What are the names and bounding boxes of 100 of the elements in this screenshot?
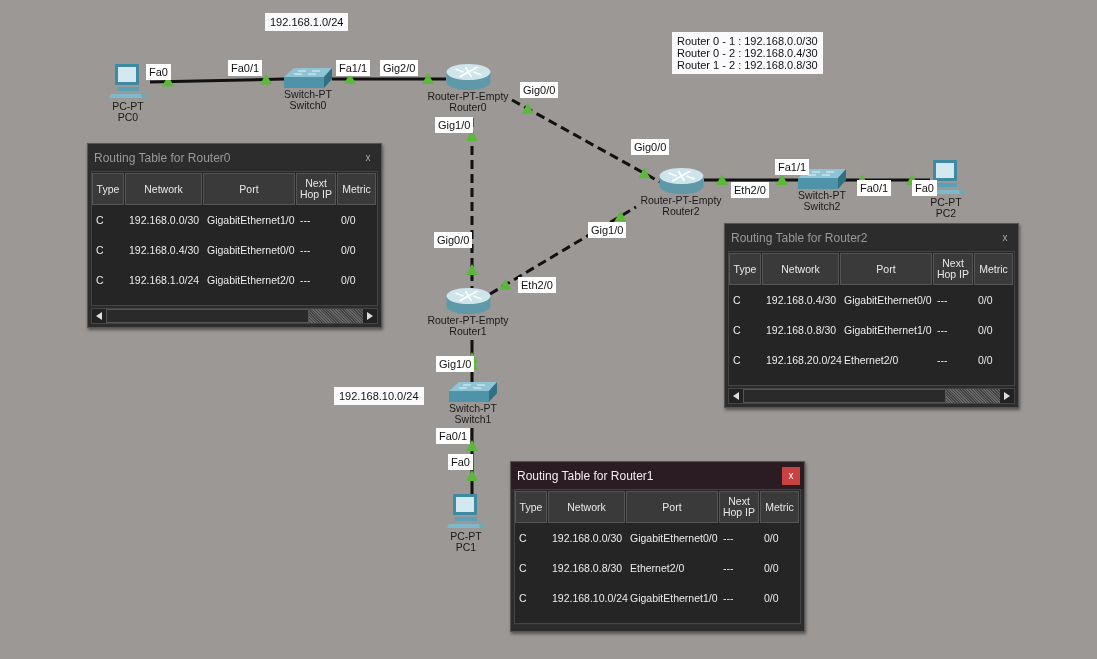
scroll-left-icon[interactable]: [96, 312, 102, 320]
device-model-label: PC-PT: [450, 531, 482, 542]
column-header[interactable]: Port: [626, 491, 718, 523]
scroll-thumb[interactable]: [946, 389, 1000, 403]
port-label: Fa0/1: [857, 180, 892, 196]
window-title: Routing Table for Router2: [731, 230, 868, 245]
table-cell-text: 0/0: [340, 273, 357, 288]
table-cell-text: 192.168.0.0/30: [551, 531, 624, 546]
device-model-label: Switch-PT: [449, 403, 497, 414]
column-header[interactable]: Next Hop IP: [719, 491, 759, 523]
computer-icon[interactable]: [447, 493, 485, 531]
table-cell-text: 0/0: [763, 561, 780, 576]
table-cell-text: 0/0: [977, 353, 994, 368]
port-label: Eth2/0: [731, 182, 769, 198]
table-cell-text: Ethernet2/0: [843, 353, 900, 368]
table-cell-text: 192.168.1.0/24: [128, 273, 201, 288]
table-cell-text: C: [518, 591, 528, 606]
link-light-icon: [466, 130, 478, 141]
table-cell-text: 192.168.0.4/30: [765, 293, 838, 308]
table-cell-text: ---: [299, 213, 312, 228]
port-label: Gig1/0: [436, 356, 475, 372]
table-cell-text: 192.168.20.0/24: [765, 353, 840, 368]
link-light-icon: [716, 174, 728, 185]
table-cell-text: 192.168.0.8/30: [765, 323, 838, 338]
column-header[interactable]: Type: [515, 491, 547, 523]
device-model-label: Switch-PT: [284, 89, 332, 100]
table-cell-text: 192.168.0.0/30: [128, 213, 201, 228]
switch-icon[interactable]: [449, 381, 497, 403]
column-header[interactable]: Port: [203, 173, 295, 205]
table-cell-text: GigabitEthernet1/0: [843, 323, 933, 338]
column-header[interactable]: Next Hop IP: [933, 253, 973, 285]
table-cell-text: ---: [936, 353, 949, 368]
device-name-label: PC1: [455, 542, 477, 553]
computer-icon[interactable]: [109, 63, 147, 101]
device-model-label: Switch-PT: [798, 190, 846, 201]
link-light-icon: [499, 278, 512, 290]
port-label: Fa0: [146, 64, 171, 80]
port-label: Gig0/0: [520, 82, 559, 98]
table-cell-text: C: [95, 273, 105, 288]
column-header[interactable]: Metric: [760, 491, 799, 523]
port-label: Gig2/0: [380, 60, 419, 76]
port-label: Fa0/1: [228, 60, 263, 76]
link-light-icon: [260, 73, 272, 85]
port-label: Fa0/1: [436, 428, 471, 444]
scroll-right-icon[interactable]: [367, 312, 373, 320]
table-cell-text: GigabitEthernet1/0: [206, 213, 296, 228]
device-model-label: Router-PT-Empty: [427, 315, 509, 326]
close-button[interactable]: x: [782, 466, 800, 485]
window-title: Routing Table for Router0: [94, 150, 231, 165]
table-cell-text: 192.168.10.0/24: [551, 591, 626, 606]
column-header[interactable]: Next Hop IP: [296, 173, 336, 205]
table-cell-text: GigabitEthernet0/0: [629, 531, 719, 546]
switch-icon[interactable]: [284, 67, 332, 89]
table-cell-text: 0/0: [340, 213, 357, 228]
table-cell-text: GigabitEthernet1/0: [629, 591, 719, 606]
window-title: Routing Table for Router1: [517, 468, 654, 483]
scroll-thumb[interactable]: [309, 309, 363, 323]
table-cell-text: C: [518, 531, 528, 546]
note-label: 192.168.10.0/24: [334, 387, 424, 405]
device-name-label: Switch1: [454, 414, 492, 425]
column-header[interactable]: Port: [840, 253, 932, 285]
column-header[interactable]: Metric: [974, 253, 1013, 285]
table-cell-text: ---: [722, 531, 735, 546]
link-light-icon: [638, 167, 651, 179]
port-label: Fa1/1: [775, 159, 810, 175]
table-cell-text: 0/0: [340, 243, 357, 258]
router-icon[interactable]: [445, 63, 491, 91]
port-label: Fa0: [448, 454, 473, 470]
table-cell-text: ---: [722, 561, 735, 576]
port-label: Gig1/0: [588, 222, 627, 238]
device-name-label: Router1: [449, 326, 487, 337]
horizontal-scrollbar[interactable]: [91, 308, 378, 324]
table-cell-text: C: [732, 293, 742, 308]
column-header[interactable]: Network: [548, 491, 625, 523]
device-name-label: Switch0: [289, 100, 327, 111]
table-cell-text: C: [518, 561, 528, 576]
table-cell-text: 0/0: [977, 323, 994, 338]
column-header[interactable]: Type: [729, 253, 761, 285]
table-cell-text: GigabitEthernet0/0: [843, 293, 933, 308]
horizontal-scrollbar[interactable]: [728, 388, 1015, 404]
device-model-label: PC-PT: [112, 101, 144, 112]
scroll-left-icon[interactable]: [733, 392, 739, 400]
router-icon[interactable]: [445, 287, 491, 315]
port-label: Fa0: [912, 180, 937, 196]
close-button[interactable]: x: [996, 228, 1014, 247]
note-label: Router 0 - 1 : 192.168.0.0/30 Router 0 - 2 : 192.168.0.4/30 Router 1 - 2 : 192.168.0.8/30: [672, 32, 823, 74]
table-cell-text: GigabitEthernet2/0: [206, 273, 296, 288]
column-header[interactable]: Metric: [337, 173, 376, 205]
device-model-label: Router-PT-Empty: [640, 195, 722, 206]
device-name-label: PC0: [117, 112, 139, 123]
port-label: Eth2/0: [518, 277, 556, 293]
column-header[interactable]: Type: [92, 173, 124, 205]
scroll-right-icon[interactable]: [1004, 392, 1010, 400]
link-light-icon: [466, 440, 478, 451]
router-icon[interactable]: [658, 167, 704, 195]
close-button[interactable]: x: [359, 148, 377, 167]
table-cell-text: C: [732, 353, 742, 368]
column-header[interactable]: Network: [125, 173, 202, 205]
link-light-icon: [344, 73, 356, 84]
column-header[interactable]: Network: [762, 253, 839, 285]
